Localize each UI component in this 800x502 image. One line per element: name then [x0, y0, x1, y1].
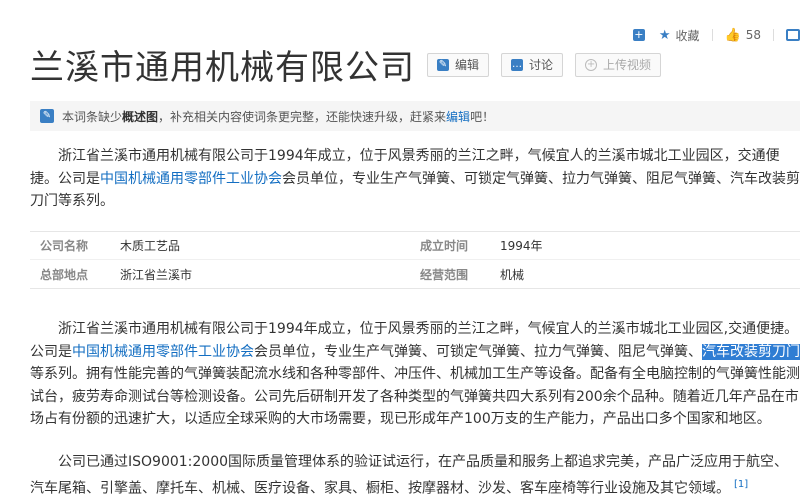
notice-suffix: 吧！	[470, 109, 495, 124]
missing-summary-notice: ✎ 本词条缺少 概述图 ，补充相关内容使词条更完整，还能快速升级，赶紧来 编辑 吧！	[30, 101, 800, 131]
pencil-icon: ✎	[437, 58, 449, 71]
favorite-button[interactable]: ★ 收藏	[659, 27, 700, 44]
like-count: 58	[745, 28, 761, 42]
body-text-c: 等系列。拥有性能完善的气弹簧装配流水线和各种零部件、冲压件、机械加工生产等设备。…	[30, 366, 800, 427]
body-text-b: 会员单位，专业生产气弹簧、可锁定气弹簧、拉力气弹簧、阻尼气弹簧、	[254, 343, 702, 360]
association-link[interactable]: 中国机械通用零部件工业协会	[72, 344, 254, 360]
discuss-button[interactable]: … 讨论	[501, 52, 564, 77]
summary-paragraph: 浙江省兰溪市通用机械有限公司于1994年成立，位于风景秀丽的兰江之畔，气候宜人的…	[30, 145, 800, 213]
share-icon[interactable]	[786, 29, 800, 41]
edit-button[interactable]: ✎ 编辑	[427, 52, 490, 77]
divider	[773, 29, 774, 41]
upload-video-label: 上传视频	[603, 58, 652, 72]
info-key: 公司名称	[40, 239, 89, 253]
body-text-p3: 公司已通过ISO9001:2000国际质量管理体系的验证试运行，在产品质量和服务…	[30, 454, 789, 497]
info-value: 1994年	[500, 239, 543, 253]
basic-info-box: 公司名称 木质工艺品 成立时间 1994年 总部地点 浙江省兰溪市 经营范围 机…	[30, 231, 800, 289]
info-value: 机械	[500, 267, 525, 282]
info-key: 总部地点	[40, 267, 89, 282]
info-value: 浙江省兰溪市	[120, 267, 193, 282]
like-button[interactable]: 👍 58	[725, 28, 761, 43]
association-link[interactable]: 中国机械通用零部件工业协会	[100, 171, 282, 187]
reference-link[interactable]: [1]	[734, 479, 748, 490]
info-row: 总部地点 浙江省兰溪市 经营范围 机械	[30, 260, 800, 288]
info-value: 木质工艺品	[120, 239, 181, 253]
notice-prefix: 本词条缺少	[62, 109, 123, 124]
divider	[711, 29, 713, 41]
upload-video-button[interactable]: + 上传视频	[575, 52, 662, 77]
edit-label: 编辑	[455, 58, 480, 72]
edit-notice-icon: ✎	[40, 109, 54, 123]
info-key: 经营范围	[420, 267, 469, 282]
selected-text[interactable]: 汽车改装剪刀门	[702, 343, 800, 360]
notice-edit-link[interactable]: 编辑	[446, 108, 470, 125]
discuss-label: 讨论	[529, 58, 554, 72]
thumbs-up-icon: 👍	[724, 27, 741, 43]
notice-middle: ，补充相关内容使词条更完整，还能快速升级，赶紧来	[158, 109, 447, 124]
body-paragraph: 公司已通过ISO9001:2000国际质量管理体系的验证试运行，在产品质量和服务…	[30, 451, 800, 500]
page-title: 兰溪市通用机械有限公司	[30, 48, 415, 88]
plus-circle-icon: +	[585, 58, 598, 71]
body-paragraph: 浙江省兰溪市通用机械有限公司于1994年成立，位于风景秀丽的兰江之畔，气候宜人的…	[30, 318, 800, 431]
title-row: 兰溪市通用机械有限公司 ✎ 编辑 … 讨论 + 上传视频	[30, 40, 662, 89]
favorite-label: 收藏	[675, 28, 700, 43]
info-row: 公司名称 木质工艺品 成立时间 1994年	[30, 232, 800, 260]
notice-bold: 概述图	[122, 109, 159, 124]
chat-icon: …	[511, 58, 524, 71]
info-key: 成立时间	[420, 239, 469, 253]
